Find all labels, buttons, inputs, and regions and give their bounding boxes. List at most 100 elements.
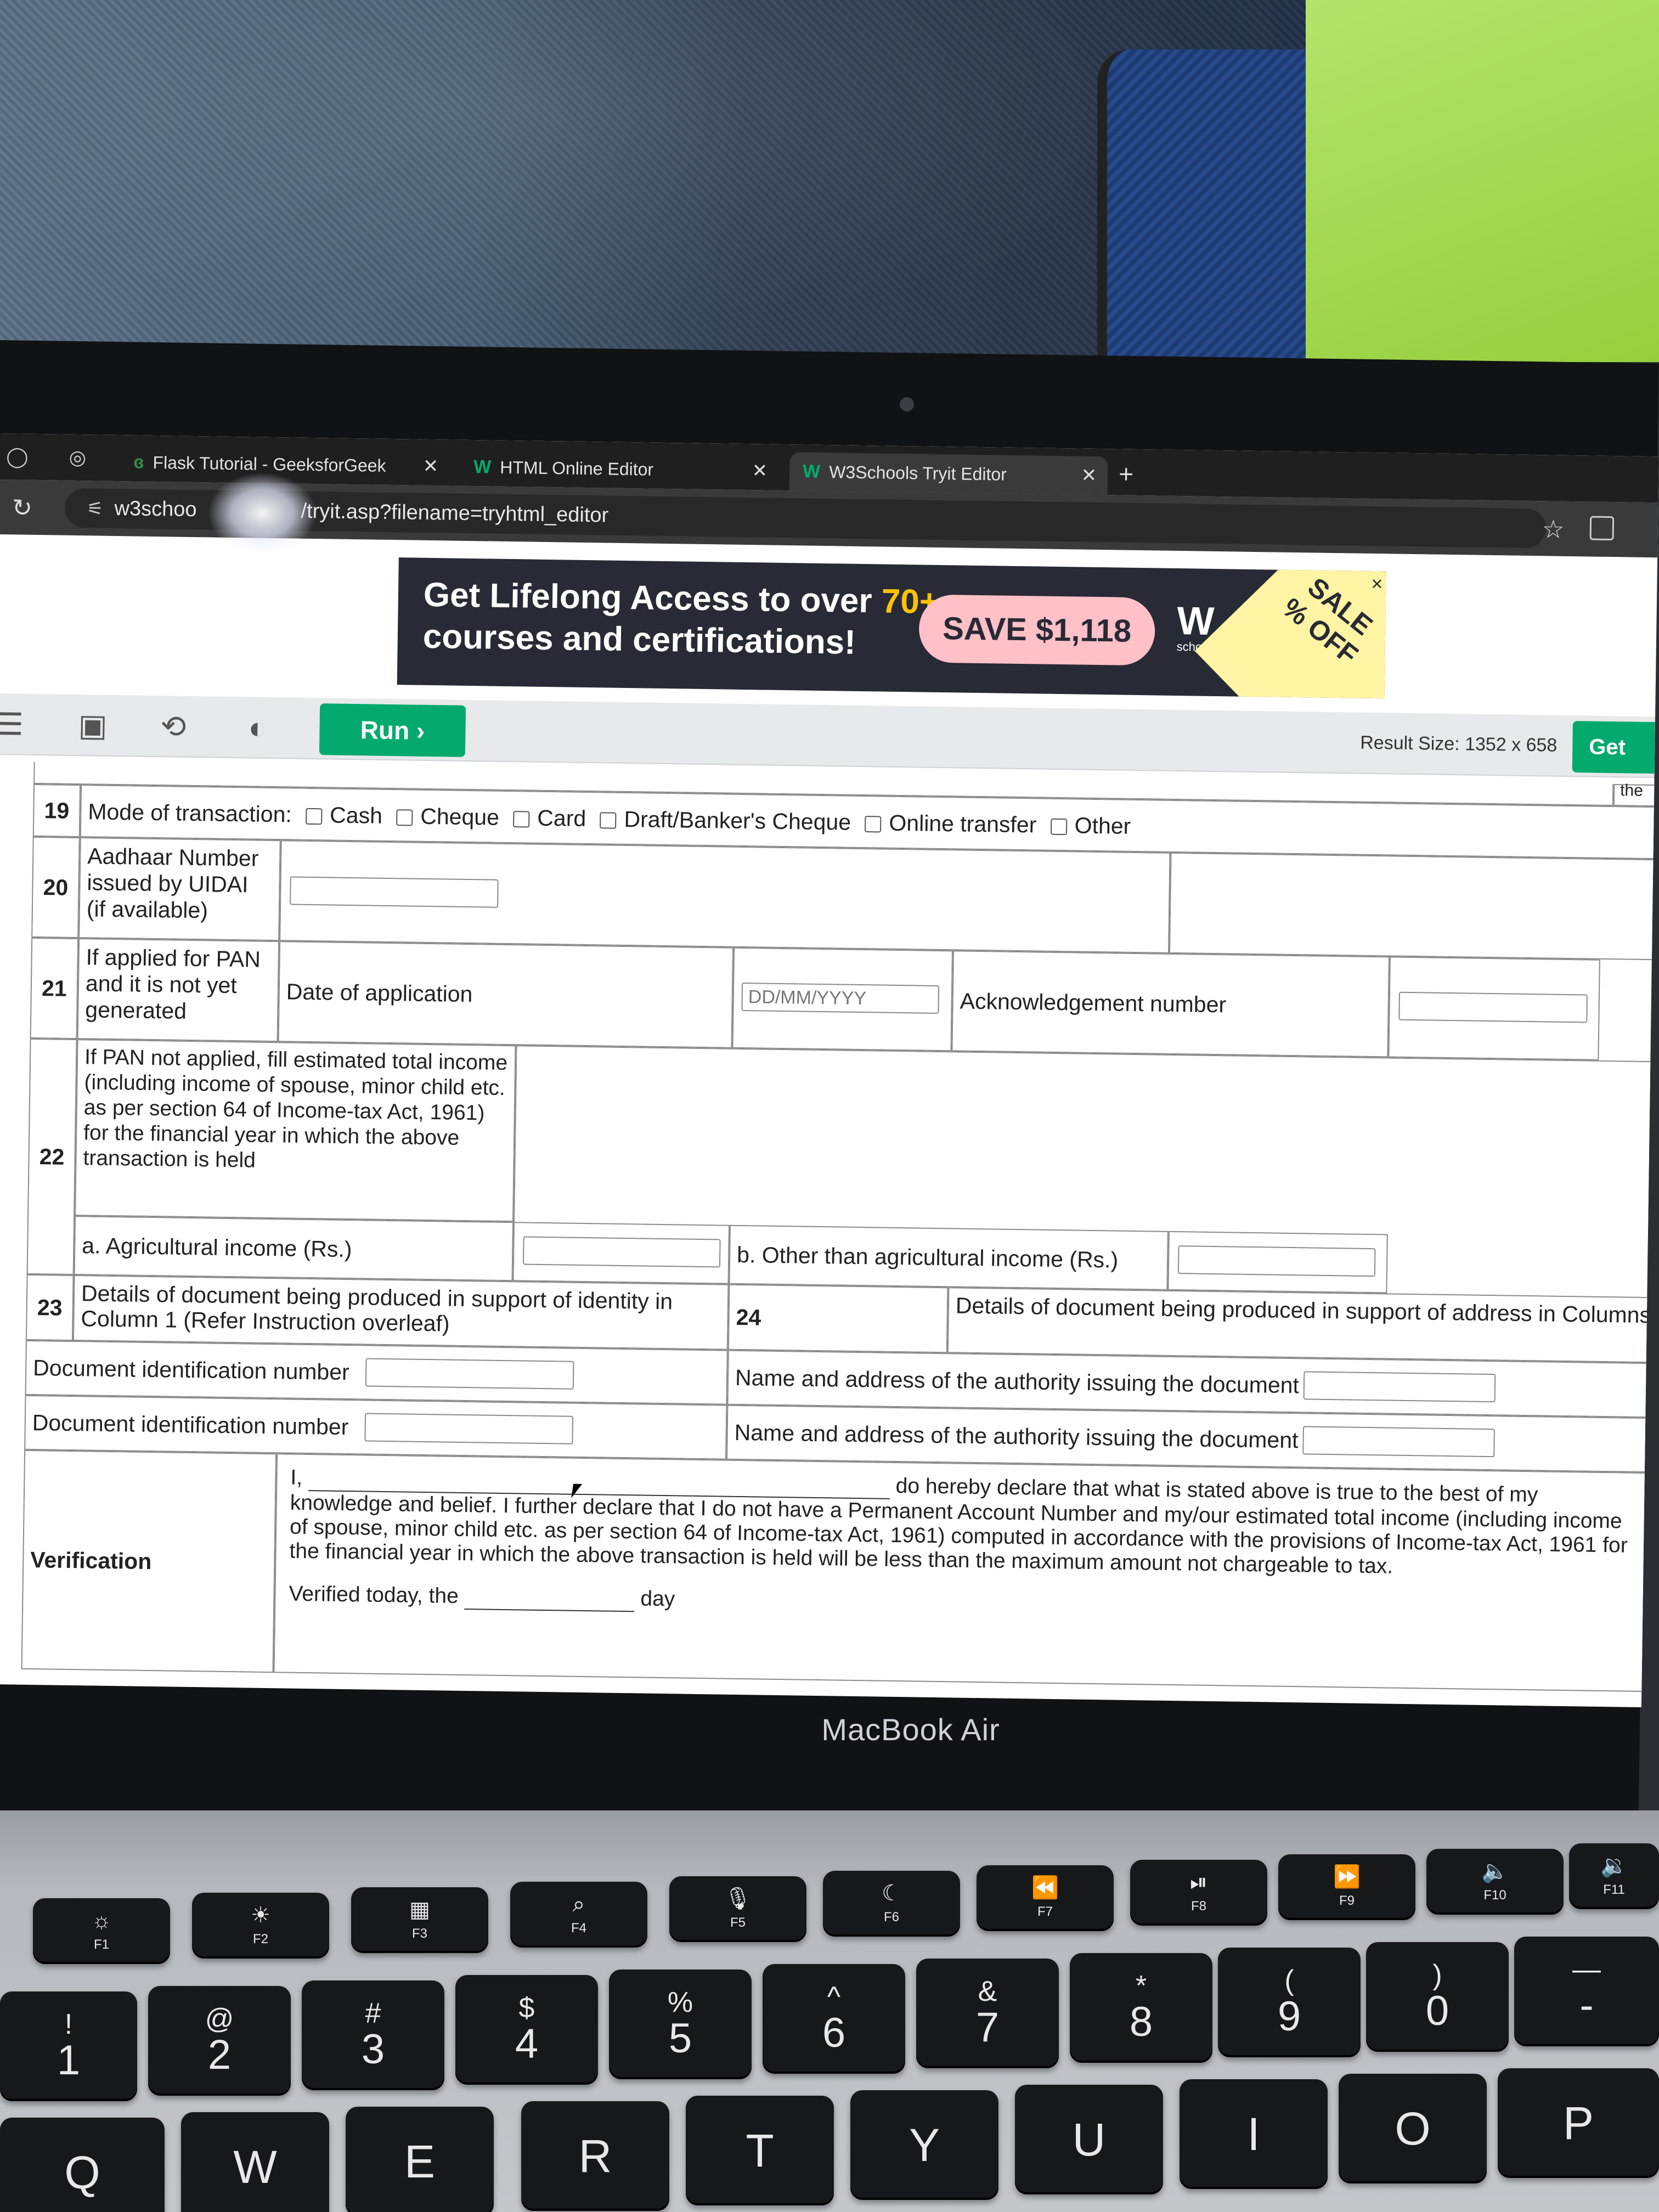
tab-html-online-editor[interactable]: W HTML Online Editor ✕ xyxy=(460,448,779,490)
key-u[interactable]: U xyxy=(1015,2085,1163,2194)
key-3[interactable]: #3 xyxy=(302,1980,444,2090)
key-i[interactable]: I xyxy=(1180,2079,1328,2189)
key-p[interactable]: P xyxy=(1498,2068,1659,2178)
menu-icon[interactable]: ☰ xyxy=(0,707,24,742)
mode-of-transaction-label: Mode of transaction: xyxy=(88,799,292,827)
key-f10[interactable]: 🔈 F10 xyxy=(1426,1849,1564,1915)
key-f6[interactable]: ☾ F6 xyxy=(823,1871,960,1937)
key-9[interactable]: (9 xyxy=(1218,1948,1361,2057)
geeksforgeeks-icon: ɞ xyxy=(133,451,144,473)
site-settings-icon[interactable]: ⚟ xyxy=(87,498,104,519)
authority-input-1[interactable] xyxy=(1303,1371,1496,1403)
key-7[interactable]: & 7 xyxy=(916,1959,1059,2068)
key-minus[interactable]: — - xyxy=(1514,1937,1659,2046)
fast-forward-icon: ⏩ xyxy=(1333,1865,1361,1889)
acknowledgement-input[interactable] xyxy=(1398,991,1588,1023)
cheque-checkbox[interactable] xyxy=(396,809,413,826)
key-r[interactable]: R xyxy=(521,2101,669,2211)
other-income-label: b. Other than agricultural income (Rs.) xyxy=(729,1224,1169,1290)
date-of-application-label: Date of application xyxy=(278,941,734,1048)
key-0[interactable]: ) 0 xyxy=(1366,1942,1509,2052)
rotate-layout-icon[interactable]: ⟲ xyxy=(160,709,187,744)
row-number: 21 xyxy=(30,937,79,1040)
aadhaar-input[interactable] xyxy=(290,876,499,908)
verification-text: I, do hereby declare that what is stated… xyxy=(273,1453,1659,1692)
row-number: 24 xyxy=(727,1284,949,1353)
close-icon[interactable]: ✕ xyxy=(752,460,768,482)
top-right-fragment: the xyxy=(1613,781,1659,807)
card-checkbox[interactable] xyxy=(513,811,530,828)
key-y[interactable]: Y xyxy=(850,2090,998,2200)
key-e[interactable]: E xyxy=(346,2107,494,2212)
key-o[interactable]: O xyxy=(1339,2074,1487,2183)
ad-save-button[interactable]: SAVE $1,118 xyxy=(918,594,1156,666)
other-checkbox[interactable] xyxy=(1050,818,1067,836)
pan-applied-label: If applied for PAN and it is not yet gen… xyxy=(77,938,280,1042)
save-icon[interactable]: ▣ xyxy=(78,708,108,743)
row-number: 23 xyxy=(25,1274,74,1341)
estimated-income-empty-cell xyxy=(514,1045,1659,1238)
key-5[interactable]: % 5 xyxy=(609,1970,752,2079)
key-f7[interactable]: ⏪ F7 xyxy=(977,1865,1114,1931)
key-f5[interactable]: 🎙 F5 xyxy=(669,1876,806,1942)
ad-close-icon[interactable]: × xyxy=(1371,572,1383,595)
key-w[interactable]: W xyxy=(181,2112,329,2212)
key-t[interactable]: T xyxy=(686,2096,834,2205)
key-f11[interactable]: 🔉 F11 xyxy=(1569,1843,1659,1909)
volume-down-icon: 🔉 xyxy=(1600,1854,1628,1878)
aadhaar-label: Aadhaar Number issued by UIDAI (if avail… xyxy=(78,837,281,941)
bookmark-star-icon[interactable]: ☆ xyxy=(1542,514,1565,544)
get-button[interactable]: Get yo xyxy=(1572,721,1655,811)
key-f2[interactable]: ☀ F2 xyxy=(192,1893,329,1959)
close-icon[interactable]: ✕ xyxy=(422,455,438,477)
ad-banner[interactable]: Get Lifelong Access to over 70+ courses … xyxy=(397,557,1386,699)
key-q[interactable]: Q xyxy=(0,2118,165,2212)
play-pause-icon: ⏯ xyxy=(1190,1870,1207,1894)
extension-icon[interactable] xyxy=(1589,516,1615,541)
ad-headline: Get Lifelong Access to over 70+ courses … xyxy=(422,575,940,662)
verification-title: Verification xyxy=(21,1449,277,1673)
new-tab-plus-icon[interactable]: + xyxy=(1119,459,1134,488)
key-1[interactable]: ! 1 xyxy=(0,1991,137,2101)
document-id-label: Document identification number xyxy=(32,1355,350,1385)
key-f1[interactable]: ☼ F1 xyxy=(33,1898,170,1964)
do-not-disturb-icon: ☾ xyxy=(882,1881,901,1905)
date-of-application-input[interactable]: DD/MM/YYYY xyxy=(741,982,940,1014)
authority-input-2[interactable] xyxy=(1302,1426,1495,1458)
close-icon[interactable]: ✕ xyxy=(1081,465,1097,487)
authority-label: Name and address of the authority issuin… xyxy=(734,1419,1299,1453)
result-form: the 19 Mode of transaction: Cash Cheque … xyxy=(21,761,1659,1695)
document-id-input-1[interactable] xyxy=(365,1358,574,1390)
key-f8[interactable]: ⏯ F8 xyxy=(1130,1860,1267,1926)
key-f3[interactable]: ▦ F3 xyxy=(351,1887,488,1953)
rewind-icon: ⏪ xyxy=(1031,1876,1059,1900)
document-id-label: Document identification number xyxy=(32,1409,349,1440)
brightness-up-icon: ☀ xyxy=(251,1903,270,1927)
other-income-input[interactable] xyxy=(1177,1245,1376,1277)
online-transfer-checkbox[interactable] xyxy=(865,816,882,833)
key-8[interactable]: * 8 xyxy=(1070,1953,1212,2063)
agricultural-income-input[interactable] xyxy=(522,1236,721,1268)
theme-toggle-icon[interactable]: ◐ xyxy=(248,710,267,744)
run-button[interactable]: Run › xyxy=(319,703,466,757)
key-2[interactable]: @2 xyxy=(148,1986,291,2096)
checkbox-label: Online transfer xyxy=(889,810,1037,838)
document-id-input-2[interactable] xyxy=(364,1413,574,1444)
result-size: Result Size: 1352 x 658 xyxy=(1359,732,1558,756)
draft-checkbox[interactable] xyxy=(600,812,617,829)
key-f9[interactable]: ⏩ F9 xyxy=(1278,1854,1415,1920)
mute-icon: 🔈 xyxy=(1481,1859,1509,1883)
identity-document-label: Details of document being produced in su… xyxy=(72,1275,729,1350)
key-4[interactable]: $4 xyxy=(455,1975,598,2085)
row-number: 19 xyxy=(32,783,81,838)
reload-icon[interactable]: ↻ xyxy=(12,494,33,522)
spotlight-search-icon: ⌕ xyxy=(572,1892,585,1916)
key-f4[interactable]: ⌕ F4 xyxy=(510,1882,647,1948)
key-6[interactable]: ^ 6 xyxy=(763,1964,905,2074)
cash-checkbox[interactable] xyxy=(305,808,323,825)
dictation-icon: 🎙 xyxy=(724,1887,752,1911)
chatgpt-icon[interactable]: ◎ xyxy=(65,445,90,470)
tab-w3schools-tryit-editor[interactable]: W W3Schools Tryit Editor ✕ xyxy=(789,452,1108,495)
github-icon[interactable]: ◯ xyxy=(5,444,30,469)
date-blank xyxy=(464,1584,635,1612)
